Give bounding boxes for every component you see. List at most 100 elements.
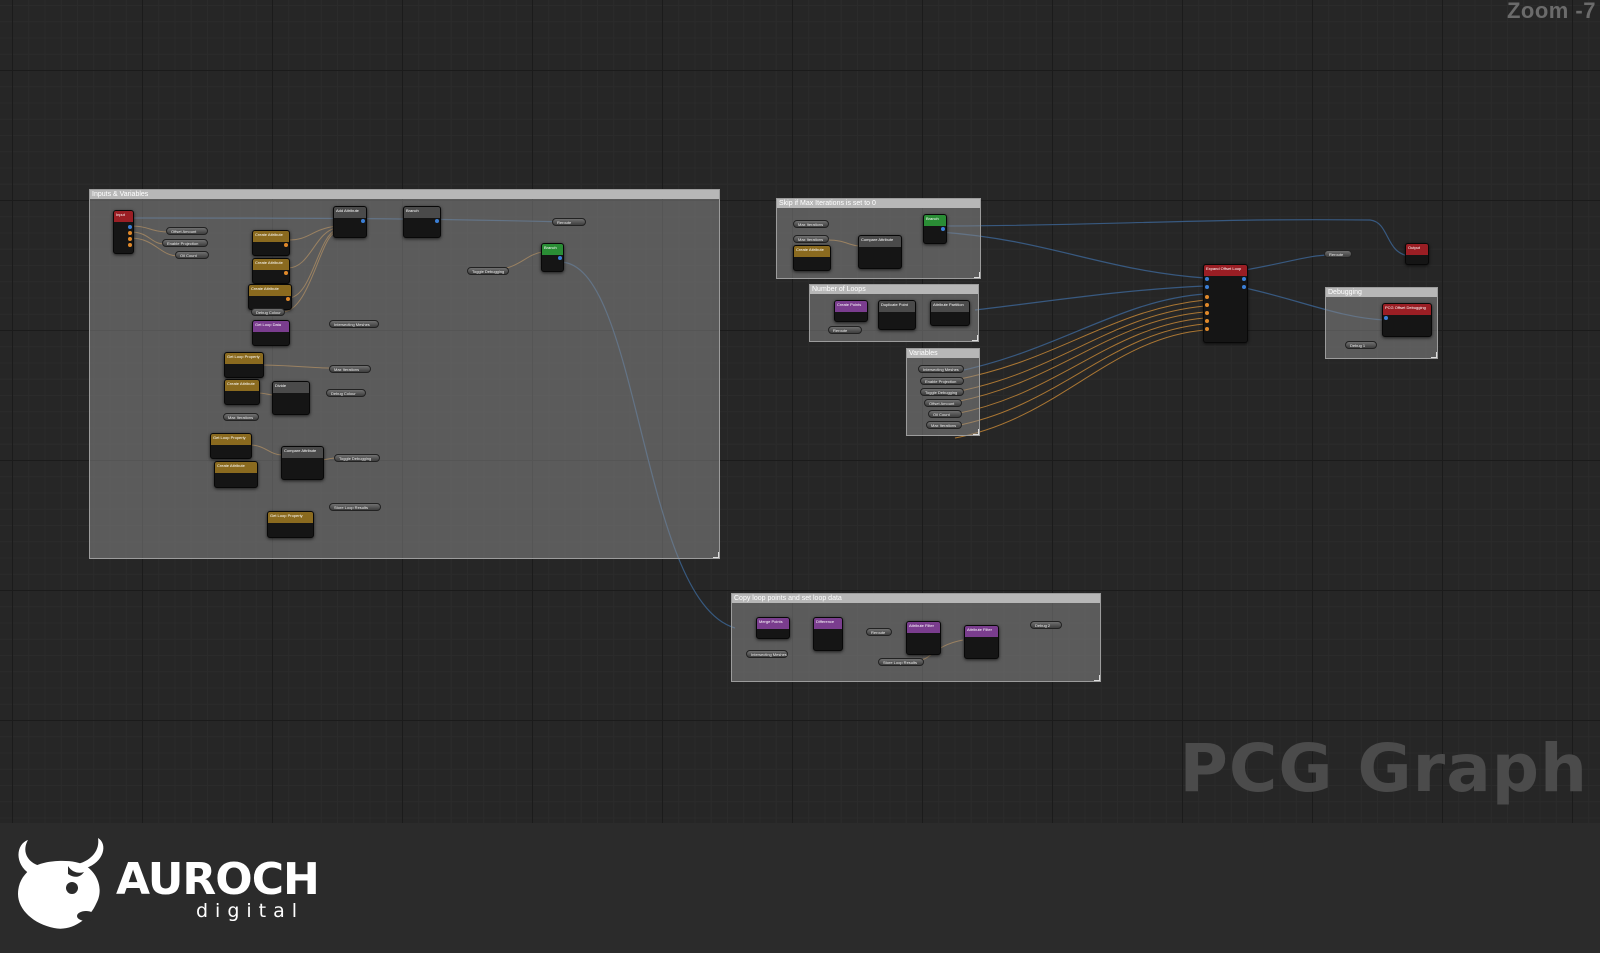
output-pin[interactable] — [128, 231, 132, 235]
reroute[interactable]: Reroute — [866, 628, 892, 636]
comment-title: Variables — [907, 349, 979, 358]
output-pin[interactable] — [284, 243, 288, 247]
node-add-attribute[interactable]: Add Attribute — [333, 206, 367, 238]
variable-enable-projection[interactable]: Enable Projection — [162, 239, 208, 247]
node-create-attribute[interactable]: Create Attribute — [224, 379, 260, 405]
node-pcg-offset-debugging[interactable]: PCG Offset Debugging — [1382, 303, 1432, 337]
variable-offset-amount[interactable]: Offset Amount — [924, 399, 962, 407]
pcg-graph-canvas[interactable]: Inputs & Variables Skip if Max Iteration… — [0, 0, 1600, 823]
input-pin[interactable] — [1205, 295, 1209, 299]
node-create-points[interactable]: Create Points — [834, 300, 868, 322]
reroute[interactable]: Reroute — [552, 218, 586, 226]
variable-max-iterations[interactable]: Max Iterations — [793, 235, 829, 243]
wire — [954, 323, 1206, 427]
output-pin[interactable] — [128, 237, 132, 241]
wire — [954, 305, 1206, 393]
resize-handle[interactable] — [973, 429, 979, 435]
node-merge-points[interactable]: Merge Points — [756, 617, 790, 639]
variable-store-loop-results[interactable]: Store Loop Results — [878, 658, 924, 666]
output-pin[interactable] — [128, 225, 132, 229]
variable-oil-count[interactable]: Oil Count — [175, 251, 209, 259]
input-pin[interactable] — [1205, 319, 1209, 323]
resize-handle[interactable] — [974, 272, 980, 278]
node-title: Divide — [273, 382, 309, 393]
wire — [954, 293, 1206, 373]
node-branch[interactable]: Branch — [541, 243, 564, 272]
node-duplicate-point[interactable]: Duplicate Point — [878, 300, 916, 330]
variable-intersecting-meshes[interactable]: Intersecting Meshes — [746, 650, 788, 658]
variable-toggle-debugging[interactable]: Toggle Debugging — [467, 267, 509, 275]
node-get-loop-property[interactable]: Get Loop Property — [224, 352, 264, 378]
input-pin[interactable] — [1205, 277, 1209, 281]
node-title: Get Loop Data — [253, 321, 289, 332]
output-pin[interactable] — [286, 297, 290, 301]
node-get-loop-data[interactable]: Get Loop Data — [252, 320, 290, 346]
node-attribute-filter[interactable]: Attribute Filter — [964, 625, 999, 659]
node-create-attribute[interactable]: Create Attribute — [252, 258, 290, 284]
output-pin[interactable] — [435, 219, 439, 223]
node-output[interactable]: Output — [1405, 243, 1429, 265]
node-create-attribute[interactable]: Create Attribute — [248, 284, 292, 310]
variable-toggle-debugging[interactable]: Toggle Debugging — [920, 388, 964, 396]
output-pin[interactable] — [284, 271, 288, 275]
variable-oil-count[interactable]: Oil Count — [928, 410, 962, 418]
resize-handle[interactable] — [713, 552, 719, 558]
output-pin[interactable] — [558, 256, 562, 260]
reroute[interactable]: Reroute — [828, 326, 862, 334]
resize-handle[interactable] — [972, 335, 978, 341]
variable-store-loop-results[interactable]: Store Loop Results — [329, 503, 381, 511]
node-title: Merge Points — [757, 618, 789, 629]
variable-enable-projection[interactable]: Enable Projection — [920, 377, 964, 385]
input-pin[interactable] — [1205, 285, 1209, 289]
resize-handle[interactable] — [1431, 352, 1437, 358]
variable-max-iterations[interactable]: Max Iterations — [223, 413, 259, 421]
input-pin[interactable] — [1205, 327, 1209, 331]
node-title: Create Attribute — [253, 231, 289, 242]
input-pin[interactable] — [1205, 303, 1209, 307]
node-expand-offset-loop[interactable]: Expand Offset Loop — [1203, 264, 1248, 343]
node-title: Attribute Partition — [931, 301, 969, 312]
comment-title: Number of Loops — [810, 285, 978, 294]
node-attribute-filter[interactable]: Attribute Filter — [906, 621, 941, 655]
output-pin[interactable] — [128, 243, 132, 247]
variable-debug-colour[interactable]: Debug Colour — [326, 389, 366, 397]
node-title: Get Loop Property — [225, 353, 263, 364]
node-create-attribute[interactable]: Create Attribute — [214, 461, 258, 488]
variable-max-iterations[interactable]: Max Iterations — [926, 421, 962, 429]
wire — [974, 285, 1206, 311]
node-attribute-partition[interactable]: Attribute Partition — [930, 300, 970, 326]
node-create-attribute[interactable]: Create Attribute — [793, 245, 831, 271]
input-pin[interactable] — [1205, 311, 1209, 315]
node-difference[interactable]: Difference — [813, 617, 843, 651]
variable-max-iterations[interactable]: Max Iterations — [793, 220, 829, 228]
reroute[interactable]: Reroute — [1324, 250, 1352, 258]
input-pin[interactable] — [1384, 316, 1388, 320]
node-create-attribute[interactable]: Create Attribute — [252, 230, 290, 256]
variable-toggle-debugging[interactable]: Toggle Debugging — [334, 454, 380, 462]
node-get-loop-property[interactable]: Get Loop Property — [267, 511, 314, 538]
variable-debug-2[interactable]: Debug 2 — [1030, 621, 1062, 629]
output-pin[interactable] — [941, 227, 945, 231]
variable-offset-amount[interactable]: Offset Amount — [166, 227, 208, 235]
node-divide[interactable]: Divide — [272, 381, 310, 415]
node-title: Add Attribute — [334, 207, 366, 218]
node-title: Duplicate Point — [879, 301, 915, 312]
variable-debug-colour[interactable]: Debug Colour — [251, 308, 285, 316]
output-pin[interactable] — [1242, 285, 1246, 289]
resize-handle[interactable] — [1094, 675, 1100, 681]
output-pin[interactable] — [1242, 277, 1246, 281]
variable-max-iterations[interactable]: Max Iterations — [329, 365, 371, 373]
node-compare-attribute[interactable]: Compare Attribute — [281, 446, 324, 480]
node-title: Create Attribute — [215, 462, 257, 473]
variable-intersecting-meshes[interactable]: Intersecting Meshes — [329, 320, 379, 328]
variable-intersecting-meshes[interactable]: Intersecting Meshes — [918, 365, 964, 373]
brand-subtitle: digital — [196, 900, 305, 922]
node-compare-attribute[interactable]: Compare Attribute — [858, 235, 902, 269]
output-pin[interactable] — [361, 219, 365, 223]
node-get-loop-property[interactable]: Get Loop Property — [210, 433, 252, 459]
node-input[interactable]: Input — [113, 210, 134, 254]
node-branch[interactable]: Branch — [923, 214, 947, 244]
variable-debug-1[interactable]: Debug 1 — [1345, 341, 1377, 349]
node-branch[interactable]: Branch — [403, 206, 441, 238]
node-title: Create Points — [835, 301, 867, 312]
